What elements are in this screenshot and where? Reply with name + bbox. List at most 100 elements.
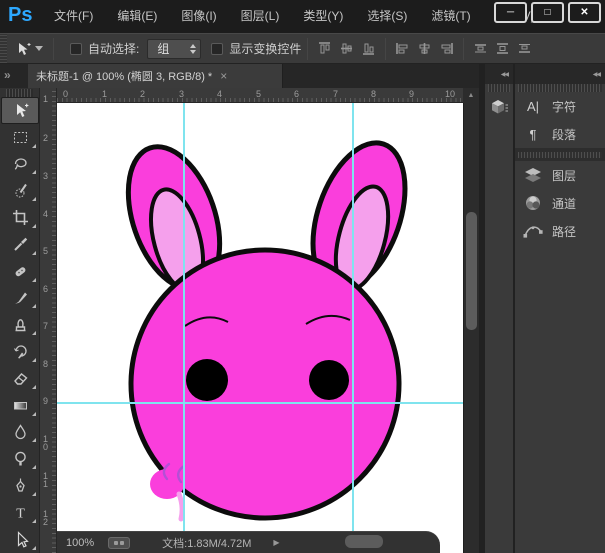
tool-brush[interactable]	[1, 285, 39, 312]
tool-pen[interactable]	[1, 472, 39, 499]
scroll-up-icon[interactable]: ▲	[463, 88, 479, 103]
align-top-edges-icon[interactable]	[317, 41, 332, 56]
status-expand-icon[interactable]: ▶	[273, 538, 279, 547]
horizontal-scrollbar-thumb[interactable]	[345, 535, 383, 548]
vertical-guide-1[interactable]	[183, 103, 185, 553]
auto-select-scope-dropdown[interactable]: 组	[147, 39, 201, 59]
vertical-scrollbar-thumb[interactable]	[466, 212, 477, 330]
menu-filter[interactable]: 滤镜(T)	[419, 0, 482, 33]
main-menu: 文件(F) 编辑(E) 图像(I) 图层(L) 类型(Y) 选择(S) 滤镜(T…	[42, 0, 547, 33]
menu-file[interactable]: 文件(F)	[42, 0, 105, 33]
auto-select-checkbox[interactable]	[70, 43, 82, 55]
toolbar-expand-icon[interactable]: »	[4, 68, 10, 82]
panel-grip[interactable]	[518, 84, 602, 92]
tool-clone-stamp[interactable]	[1, 311, 39, 338]
separator	[307, 38, 308, 60]
ruler-mark: 2	[140, 89, 145, 99]
tools-panel: T	[0, 88, 40, 553]
panel-label: 段落	[552, 126, 576, 143]
minimize-button[interactable]: ─	[494, 2, 527, 23]
panel-dock: ◀◀ ◀◀ A| 字符 ¶ 段落	[479, 64, 605, 553]
distribute-top-edges-icon[interactable]	[473, 41, 488, 56]
character-icon: A|	[523, 99, 543, 114]
show-transform-checkbox[interactable]	[211, 43, 223, 55]
current-tool-button[interactable]	[15, 41, 43, 57]
maximize-button[interactable]: □	[531, 2, 564, 23]
tool-options-bar: 自动选择: 组 显示变换控件	[0, 33, 605, 64]
ruler-mark: 9	[43, 397, 51, 405]
tool-path-selection[interactable]	[1, 526, 39, 553]
ruler-mark: 1	[43, 95, 51, 103]
ruler-mark: 0	[63, 89, 68, 99]
ruler-mark: 6	[43, 285, 51, 293]
distribute-bottom-edges-icon[interactable]	[517, 41, 532, 56]
align-vertical-centers-icon[interactable]	[339, 41, 354, 56]
horizontal-ruler[interactable]: 0 1 2 3 4 5 6 7 8 9 10	[57, 88, 463, 103]
options-grip[interactable]	[0, 34, 7, 63]
panel-button-character[interactable]: A| 字符	[515, 92, 605, 120]
gradient-tool-icon	[12, 397, 29, 414]
tool-eyedropper[interactable]	[1, 231, 39, 258]
vertical-scrollbar[interactable]	[463, 103, 479, 553]
align-left-edges-icon[interactable]	[395, 41, 410, 56]
zoom-level-field[interactable]: 100%	[66, 537, 94, 549]
tool-crop[interactable]	[1, 204, 39, 231]
collapsed-panel-button[interactable]	[485, 92, 513, 122]
type-tool-icon: T	[12, 504, 29, 521]
collapse-arrows[interactable]: ◀◀	[485, 64, 513, 84]
tool-dodge[interactable]	[1, 445, 39, 472]
paint-smudge-streak	[179, 494, 182, 519]
ruler-mark: 2	[43, 134, 51, 142]
align-right-edges-icon[interactable]	[439, 41, 454, 56]
tool-history-brush[interactable]	[1, 338, 39, 365]
horizontal-guide[interactable]	[57, 402, 463, 404]
panel-group-divider[interactable]	[515, 148, 605, 161]
panel-label: 图层	[552, 167, 576, 184]
menu-select[interactable]: 选择(S)	[355, 0, 419, 33]
document-canvas[interactable]	[57, 103, 463, 553]
tool-gradient[interactable]	[1, 392, 39, 419]
tool-type[interactable]: T	[1, 499, 39, 526]
tool-rectangular-marquee[interactable]	[1, 124, 39, 151]
panel-button-paths[interactable]: 路径	[515, 217, 605, 245]
menu-type[interactable]: 类型(Y)	[291, 0, 355, 33]
toolbar-grip[interactable]	[6, 89, 33, 97]
quick-selection-tool-icon	[12, 182, 29, 199]
tool-lasso[interactable]	[1, 151, 39, 178]
svg-text:T: T	[16, 506, 25, 521]
healing-brush-tool-icon	[12, 263, 29, 280]
separator	[385, 38, 386, 60]
align-bottom-edges-icon[interactable]	[361, 41, 376, 56]
panel-label: 通道	[552, 195, 576, 212]
align-group-2	[395, 41, 454, 56]
tab-close-icon[interactable]: ×	[220, 71, 227, 81]
panel-button-paragraph[interactable]: ¶ 段落	[515, 120, 605, 148]
panel-grip[interactable]	[488, 84, 510, 92]
blur-tool-icon	[12, 423, 29, 440]
align-horizontal-centers-icon[interactable]	[417, 41, 432, 56]
tool-eraser[interactable]	[1, 365, 39, 392]
align-group-3	[473, 41, 532, 56]
vertical-ruler[interactable]: 1 2 3 4 5 6 7 8 9 10 11 12	[40, 88, 57, 553]
tool-quick-selection[interactable]	[1, 177, 39, 204]
distribute-vertical-centers-icon[interactable]	[495, 41, 510, 56]
tool-spot-healing-brush[interactable]	[1, 258, 39, 285]
align-group-1	[317, 41, 376, 56]
show-transform-label: 显示变换控件	[229, 40, 301, 57]
tool-blur[interactable]	[1, 419, 39, 446]
ruler-mark: 4	[217, 89, 222, 99]
document-tab[interactable]: 未标题-1 @ 100% (椭圆 3, RGB/8) * ×	[28, 64, 283, 88]
vertical-guide-2[interactable]	[352, 103, 354, 553]
collapse-arrows[interactable]: ◀◀	[515, 64, 605, 84]
history-brush-tool-icon	[12, 343, 29, 360]
menu-image[interactable]: 图像(I)	[169, 0, 228, 33]
dodge-tool-icon	[12, 450, 29, 467]
channels-icon	[524, 195, 542, 211]
panel-button-layers[interactable]: 图层	[515, 161, 605, 189]
menu-layer[interactable]: 图层(L)	[229, 0, 292, 33]
panel-button-channels[interactable]: 通道	[515, 189, 605, 217]
ruler-mark: 7	[43, 322, 51, 330]
close-button[interactable]: ✕	[568, 2, 601, 23]
tool-move[interactable]	[1, 97, 39, 124]
menu-edit[interactable]: 编辑(E)	[105, 0, 169, 33]
